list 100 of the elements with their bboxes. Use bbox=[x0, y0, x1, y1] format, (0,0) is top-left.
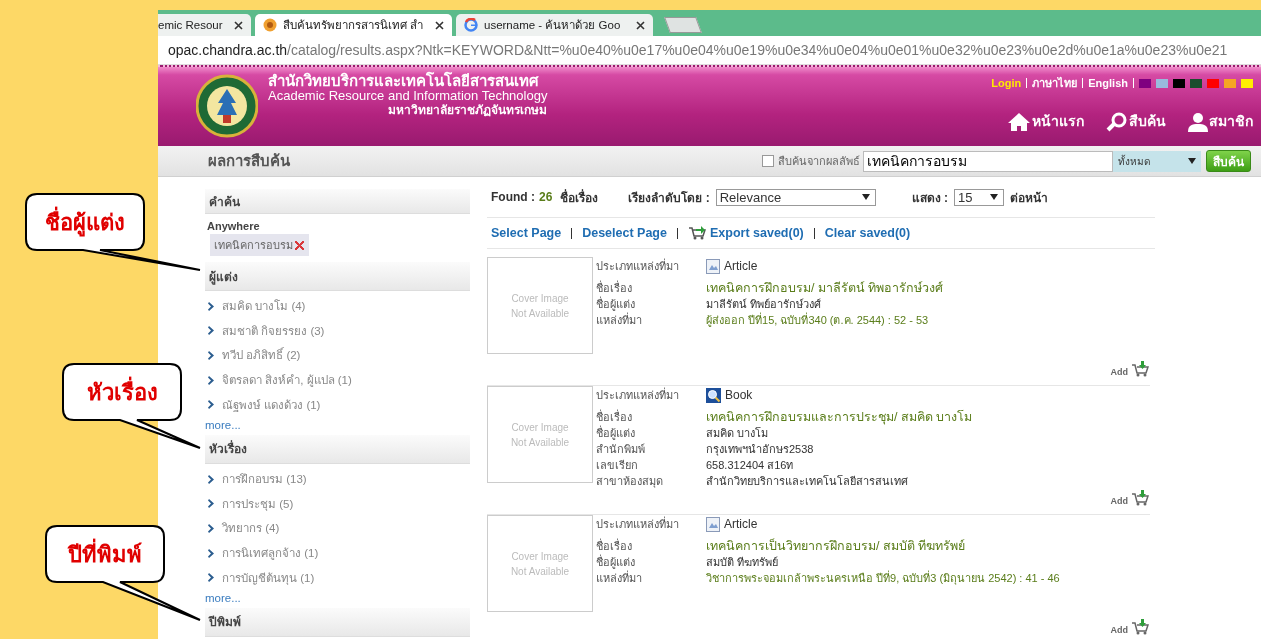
facet-link[interactable]: ณัฐพงษ์ แดงด้วง (1) bbox=[205, 392, 470, 417]
field-value: สำนักวิทยบริการและเทคโนโลยีสารสนเทศ bbox=[706, 474, 909, 489]
resource-type: Article bbox=[724, 258, 758, 274]
chevron-icon bbox=[208, 301, 214, 311]
section-header: หัวเรื่อง bbox=[205, 434, 470, 464]
field-value: กรุงเทพฯนำอักษร2538 bbox=[706, 442, 815, 457]
color-swatch[interactable] bbox=[1156, 78, 1168, 88]
checkbox[interactable] bbox=[762, 155, 774, 167]
callout-text: ปีที่พิมพ์ bbox=[45, 525, 165, 583]
source-text: ผู้ส่งออก ปีที่15, ฉบับที่340 (ต.ค. 2544) : 52 - 53 bbox=[706, 312, 930, 328]
facet-link[interactable]: การนิเทศลูกจ้าง (1) bbox=[205, 540, 470, 566]
cover-text: Not Available bbox=[510, 306, 570, 321]
cart-icon bbox=[687, 226, 706, 240]
title-link[interactable]: เทคนิคการฝึกอบรมและการประชุม/ สมคิด บางโม bbox=[706, 409, 973, 425]
browser-tab[interactable]: emic Resour bbox=[158, 14, 251, 36]
cart-icon bbox=[1131, 490, 1149, 506]
title-link[interactable]: เทคนิคการฝึกอบรม/ มาลีรัตน์ ทิพอารักษ์วงศ์ bbox=[706, 280, 944, 296]
nav-link[interactable]: สืบค้น bbox=[1106, 110, 1166, 132]
resource-type: Book bbox=[725, 387, 753, 403]
add-button[interactable]: Add bbox=[1110, 490, 1149, 506]
checkbox-label: สืบค้นจากผลลัพธ์ bbox=[778, 154, 860, 169]
field-label: ชื่อเรื่อง bbox=[596, 538, 633, 554]
action-link[interactable]: Select Page bbox=[491, 226, 562, 240]
remove-icon[interactable] bbox=[294, 239, 305, 251]
field-label: ประเภทแหล่งที่มา bbox=[596, 386, 680, 403]
chevron-icon bbox=[208, 351, 214, 360]
field-value: มาลีรัตน์ ทิพย์อารักษ์วงศ์ bbox=[706, 297, 823, 312]
site-subtitle: Academic Resource and Information Technology bbox=[268, 88, 548, 103]
chevron-icon bbox=[208, 326, 214, 336]
new-tab-button[interactable] bbox=[664, 17, 702, 33]
field-label: ชื่อผู้แต่ง bbox=[596, 296, 636, 312]
add-button[interactable]: Add bbox=[1110, 619, 1149, 635]
sort-label: เรียงลำดับโดย : bbox=[628, 189, 710, 207]
close-icon[interactable] bbox=[435, 20, 444, 30]
section-header: ปีพิมพ์ bbox=[205, 607, 470, 637]
search-field[interactable]: เทคนิคการอบรม bbox=[863, 150, 1113, 172]
nav-link[interactable]: สมาชิก bbox=[1188, 110, 1253, 132]
cover-text: Cover Image bbox=[511, 420, 569, 435]
chevron-icon bbox=[208, 375, 214, 385]
color-swatch[interactable] bbox=[1173, 78, 1185, 88]
flower-icon bbox=[263, 18, 277, 32]
facet-link[interactable]: สมคิด บางโม (4) bbox=[205, 294, 470, 319]
scope-dropdown[interactable]: ทั้งหมด bbox=[1113, 150, 1201, 172]
header-link[interactable]: Login bbox=[991, 77, 1022, 89]
facet-link[interactable]: วิทยากร (4) bbox=[205, 516, 470, 541]
facet-link[interactable]: สมชาติ กิจยรรยง (3) bbox=[205, 318, 470, 344]
field-value: สมคิด บางโม bbox=[706, 426, 770, 441]
facet-link[interactable]: การบัญชีต้นทุน (1) bbox=[205, 565, 470, 590]
add-button[interactable]: Add bbox=[1110, 361, 1149, 377]
tab-title: emic Resour bbox=[158, 19, 224, 31]
callout-text: หัวเรื่อง bbox=[62, 363, 182, 421]
color-swatch[interactable] bbox=[1139, 78, 1151, 88]
facet-link[interactable]: จิตรลดา สิงห์คำ, ผู้แปล (1) bbox=[205, 367, 470, 393]
field-label: แหล่งที่มา bbox=[596, 570, 643, 586]
per-page-dropdown[interactable]: 15 bbox=[954, 188, 1005, 206]
magnifier-icon bbox=[706, 387, 721, 403]
facet-link[interactable]: การประชุม (5) bbox=[205, 491, 470, 517]
color-swatch[interactable] bbox=[1207, 78, 1219, 88]
field-label: ประเภทแหล่งที่มา bbox=[596, 257, 680, 274]
resource-type: Article bbox=[724, 516, 758, 532]
document-icon bbox=[706, 516, 720, 532]
field-label: ประเภทแหล่งที่มา bbox=[596, 515, 680, 532]
chevron-icon bbox=[208, 573, 214, 583]
sort-dropdown[interactable]: Relevance bbox=[715, 188, 876, 206]
site-title: สำนักวิทยบริการและเทคโนโลยีสารสนเทศ bbox=[268, 73, 540, 88]
browser-tab[interactable]: สืบค้นทรัพยากรสารนิเทศ สำ bbox=[255, 14, 452, 36]
field-label: ชื่อเรื่อง bbox=[596, 280, 633, 296]
field-label: ชื่อผู้แต่ง bbox=[596, 554, 636, 570]
dropdown-arrow-icon bbox=[1188, 158, 1196, 164]
nav-link[interactable]: หน้าแรก bbox=[1007, 110, 1084, 132]
color-swatch[interactable] bbox=[1190, 78, 1202, 88]
header-link[interactable]: English bbox=[1088, 77, 1128, 89]
chevron-icon bbox=[208, 474, 214, 484]
facet-link[interactable]: ทวีป อภิสิทธิ์ (2) bbox=[205, 343, 470, 368]
more-link[interactable]: more... bbox=[205, 416, 470, 435]
show-label: แสดง : bbox=[911, 189, 949, 207]
tab-title: สืบค้นทรัพยากรสารนิเทศ สำ bbox=[283, 18, 425, 33]
field-label: ชื่อผู้แต่ง bbox=[596, 425, 636, 441]
action-link[interactable]: Deselect Page bbox=[582, 226, 667, 240]
browser-tab[interactable]: username - ค้นหาด้วย Goo bbox=[456, 14, 653, 36]
action-link[interactable]: Export saved(0) bbox=[687, 226, 804, 240]
close-icon[interactable] bbox=[636, 20, 645, 30]
facet-link[interactable]: การฝึกอบรม (13) bbox=[205, 466, 470, 492]
header-link[interactable]: ภาษาไทย bbox=[1032, 74, 1078, 92]
university-name: มหาวิทยาลัยราชภัฏจันทรเกษม bbox=[387, 103, 548, 118]
dropdown-arrow-icon bbox=[861, 194, 870, 200]
close-icon[interactable] bbox=[234, 20, 243, 30]
more-link[interactable]: more... bbox=[205, 589, 470, 608]
document-icon bbox=[706, 258, 720, 274]
color-swatch[interactable] bbox=[1241, 78, 1253, 88]
tab-title: username - ค้นหาด้วย Goo bbox=[484, 18, 622, 33]
action-link[interactable]: Clear saved(0) bbox=[824, 226, 911, 240]
source-text: วิชาการพระจอมเกล้าพระนครเหนือ ปีที่9, ฉบับที่3 (มิถุนายน 2542) : 41 - 46 bbox=[706, 570, 1060, 586]
callout-text: ชื่อผู้แต่ง bbox=[25, 193, 145, 251]
cover-text: Cover Image bbox=[511, 549, 569, 564]
cover-text: Not Available bbox=[510, 564, 570, 579]
color-swatch[interactable] bbox=[1224, 78, 1236, 88]
title-link[interactable]: เทคนิคการเป็นวิทยากรฝึกอบรม/ สมบัติ ทีฆทรัพย์ bbox=[706, 538, 1060, 554]
search-icon bbox=[1106, 112, 1128, 132]
found-label: Found : bbox=[491, 190, 535, 204]
